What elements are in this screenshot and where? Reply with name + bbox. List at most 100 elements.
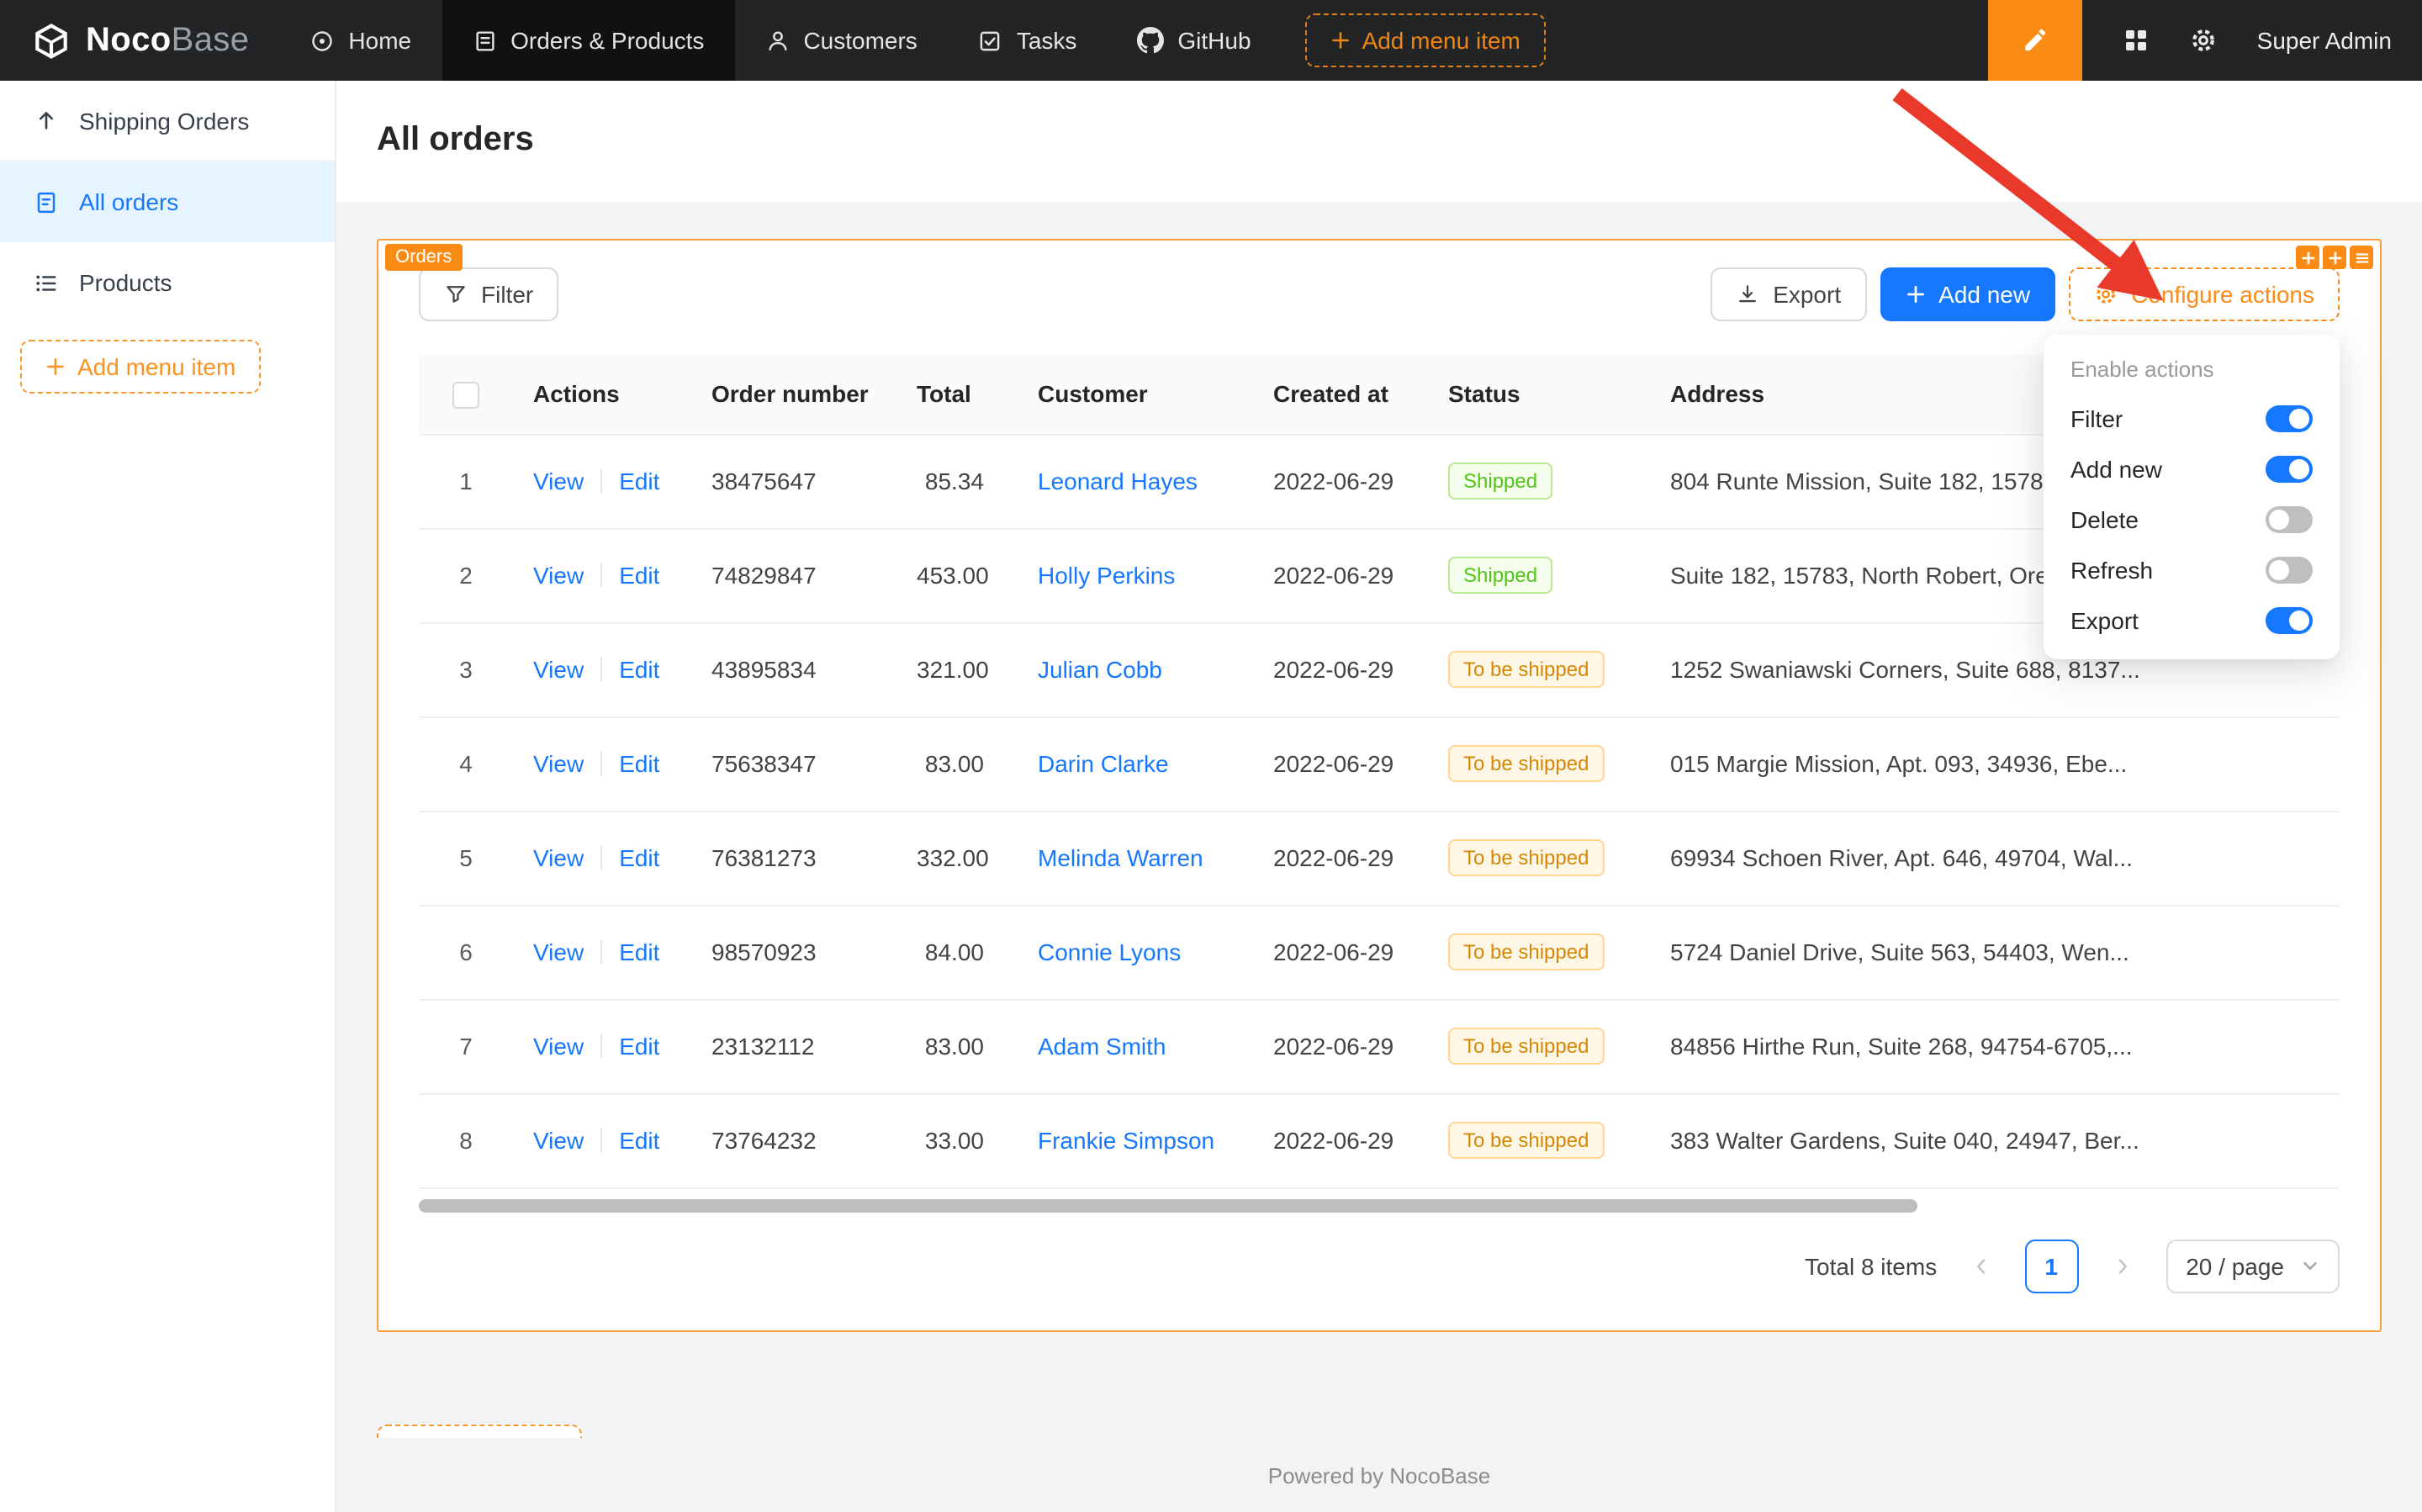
view-link[interactable]: View xyxy=(533,1033,584,1060)
row-index: 6 xyxy=(419,905,513,999)
cell-order-number: 75638347 xyxy=(691,716,896,811)
cell-created-at: 2022-06-29 xyxy=(1253,811,1428,905)
customer-link[interactable]: Julian Cobb xyxy=(1038,656,1162,683)
add-new-toggle[interactable] xyxy=(2266,456,2313,483)
cell-address: 69934 Schoen River, Apt. 646, 49704, Wal… xyxy=(1650,811,2340,905)
dropdown-item-label: Add new xyxy=(2070,456,2162,483)
nav-item-orders-products[interactable]: Orders & Products xyxy=(442,0,734,81)
view-link[interactable]: View xyxy=(533,844,584,871)
nav-item-label: Orders & Products xyxy=(510,27,704,54)
edit-link[interactable]: Edit xyxy=(619,468,659,494)
row-index: 7 xyxy=(419,999,513,1093)
add-block-button[interactable]: Add block xyxy=(377,1424,582,1438)
cell-customer: Frankie Simpson xyxy=(1018,1093,1253,1187)
cell-total: 85.34 xyxy=(896,434,1018,528)
edit-link[interactable]: Edit xyxy=(619,750,659,777)
toolbar-actions: Export Add new xyxy=(1711,267,2340,321)
row-actions: View Edit xyxy=(513,434,691,528)
user-menu[interactable]: Super Admin xyxy=(2257,27,2392,54)
cell-customer: Leonard Hayes xyxy=(1018,434,1253,528)
column-header-customer[interactable]: Customer xyxy=(1018,355,1253,434)
table-row: 7 ViewEdit 23132112 83.00 Adam Smith 202… xyxy=(419,999,2340,1093)
export-toggle[interactable] xyxy=(2266,607,2313,634)
pagination-prev-button[interactable] xyxy=(1954,1239,2007,1293)
sidebar-add-menu-item-label: Add menu item xyxy=(77,353,235,380)
sidebar-item-products[interactable]: Products xyxy=(0,242,335,323)
customer-link[interactable]: Melinda Warren xyxy=(1038,844,1203,871)
table-row: 5 ViewEdit 76381273 332.00 Melinda Warre… xyxy=(419,811,2340,905)
export-button[interactable]: Export xyxy=(1711,267,1866,321)
enable-action-export[interactable]: Export xyxy=(2050,595,2333,646)
view-link[interactable]: View xyxy=(533,1127,584,1154)
enable-action-refresh[interactable]: Refresh xyxy=(2050,545,2333,595)
add-column-icon[interactable] xyxy=(2296,246,2319,269)
view-link[interactable]: View xyxy=(533,656,584,683)
edit-link[interactable]: Edit xyxy=(619,1127,659,1154)
row-actions: View Edit xyxy=(513,811,691,905)
block-menu-icon[interactable] xyxy=(2350,246,2373,269)
cell-order-number: 38475647 xyxy=(691,434,896,528)
nocobase-logo[interactable]: NocoBase xyxy=(0,19,279,61)
sidebar-item-shipping-orders[interactable]: Shipping Orders xyxy=(0,81,335,161)
add-block-icon[interactable] xyxy=(2323,246,2346,269)
action-divider xyxy=(600,846,602,870)
orders-file-icon xyxy=(34,189,59,214)
ui-editor-button[interactable] xyxy=(1988,0,2082,81)
enable-action-add-new[interactable]: Add new xyxy=(2050,444,2333,494)
customer-link[interactable]: Connie Lyons xyxy=(1038,938,1181,965)
customer-link[interactable]: Adam Smith xyxy=(1038,1033,1166,1060)
nav-item-tasks[interactable]: Tasks xyxy=(948,0,1108,81)
edit-link[interactable]: Edit xyxy=(619,844,659,871)
column-header-created-at[interactable]: Created at xyxy=(1253,355,1428,434)
edit-link[interactable]: Edit xyxy=(619,1033,659,1060)
column-header-total[interactable]: Total xyxy=(896,355,1018,434)
customer-link[interactable]: Frankie Simpson xyxy=(1038,1127,1214,1154)
nav-item-customers[interactable]: Customers xyxy=(734,0,947,81)
add-new-button[interactable]: Add new xyxy=(1880,267,2055,321)
customer-link[interactable]: Leonard Hayes xyxy=(1038,468,1198,494)
cell-created-at: 2022-06-29 xyxy=(1253,528,1428,622)
pagination-page-1-button[interactable]: 1 xyxy=(2024,1239,2078,1293)
github-icon xyxy=(1137,27,1164,54)
edit-link[interactable]: Edit xyxy=(619,938,659,965)
view-link[interactable]: View xyxy=(533,750,584,777)
sidebar-add-menu-item-button[interactable]: Add menu item xyxy=(20,340,261,394)
sidebar-item-all-orders[interactable]: All orders xyxy=(0,161,335,242)
enable-action-filter[interactable]: Filter xyxy=(2050,394,2333,444)
nav-add-menu-item-label: Add menu item xyxy=(1362,27,1520,54)
cell-address: 84856 Hirthe Run, Suite 268, 94754-6705,… xyxy=(1650,999,2340,1093)
dropdown-item-label: Export xyxy=(2070,607,2139,634)
edit-link[interactable]: Edit xyxy=(619,656,659,683)
customer-link[interactable]: Holly Perkins xyxy=(1038,562,1175,589)
filter-button[interactable]: Filter xyxy=(419,267,558,321)
row-actions: View Edit xyxy=(513,528,691,622)
refresh-toggle[interactable] xyxy=(2266,557,2313,584)
view-link[interactable]: View xyxy=(533,468,584,494)
nav-item-label: GitHub xyxy=(1177,27,1251,54)
column-header-actions[interactable]: Actions xyxy=(513,355,691,434)
cell-address: 383 Walter Gardens, Suite 040, 24947, Be… xyxy=(1650,1093,2340,1187)
edit-link[interactable]: Edit xyxy=(619,562,659,589)
view-link[interactable]: View xyxy=(533,562,584,589)
pagination: Total 8 items 1 20 / page xyxy=(378,1212,2380,1330)
column-header-status[interactable]: Status xyxy=(1428,355,1650,434)
enable-action-delete[interactable]: Delete xyxy=(2050,494,2333,545)
plugins-grid-icon[interactable] xyxy=(2123,27,2150,54)
nav-add-menu-item-button[interactable]: Add menu item xyxy=(1305,13,1546,67)
delete-toggle[interactable] xyxy=(2266,506,2313,533)
cell-order-number: 73764232 xyxy=(691,1093,896,1187)
nav-item-home[interactable]: Home xyxy=(279,0,442,81)
view-link[interactable]: View xyxy=(533,938,584,965)
settings-gear-icon[interactable] xyxy=(2190,27,2217,54)
column-header-order-number[interactable]: Order number xyxy=(691,355,896,434)
pagination-next-button[interactable] xyxy=(2095,1239,2149,1293)
configure-actions-button[interactable]: Configure actions xyxy=(2069,267,2340,321)
tasks-icon xyxy=(978,28,1003,53)
page-header: All orders xyxy=(336,81,2422,202)
horizontal-scrollbar-thumb[interactable] xyxy=(419,1198,1917,1212)
customer-link[interactable]: Darin Clarke xyxy=(1038,750,1169,777)
nav-item-github[interactable]: GitHub xyxy=(1107,0,1281,81)
page-size-select[interactable]: 20 / page xyxy=(2166,1239,2340,1293)
select-all-checkbox[interactable] xyxy=(452,382,479,409)
filter-toggle[interactable] xyxy=(2266,405,2313,432)
